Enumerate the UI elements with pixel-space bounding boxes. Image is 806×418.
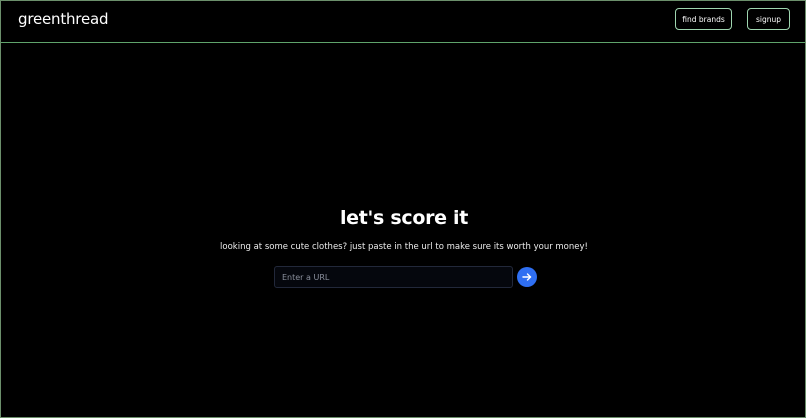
app-frame: greenthread find brands signup let's sco… [0,0,806,418]
find-brands-button[interactable]: find brands [675,8,732,30]
hero-subtitle: looking at some cute clothes? just paste… [220,242,588,252]
hero-title: let's score it [339,207,469,229]
top-header: greenthread find brands signup [1,1,805,43]
url-input[interactable] [274,266,513,288]
submit-url-button[interactable] [517,267,537,287]
arrow-right-icon [522,273,532,281]
signup-button[interactable]: signup [747,8,790,30]
logo[interactable]: greenthread [18,10,108,28]
